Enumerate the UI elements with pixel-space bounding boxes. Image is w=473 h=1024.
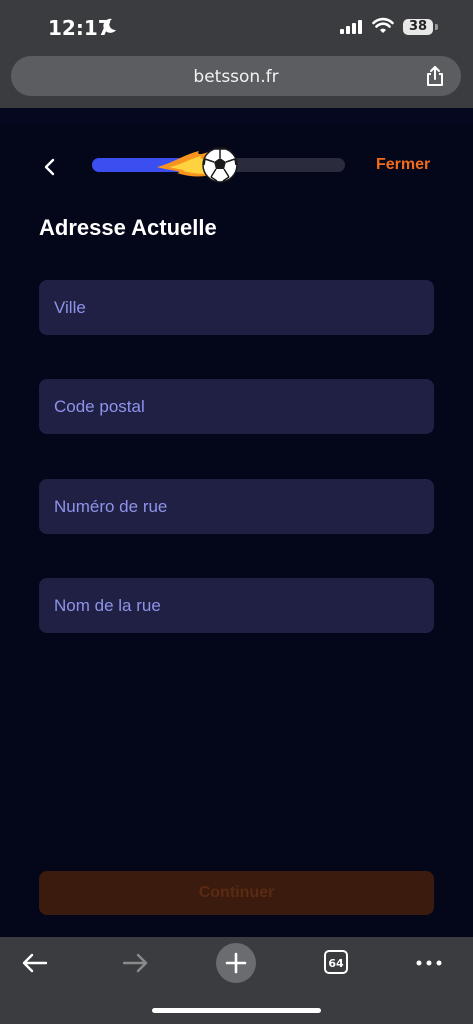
cellular-signal-icon xyxy=(340,20,362,34)
street-number-field[interactable] xyxy=(39,479,434,534)
flaming-football-icon xyxy=(157,147,238,183)
share-icon[interactable] xyxy=(425,65,445,87)
more-options-icon[interactable] xyxy=(414,951,444,975)
postal-code-field[interactable] xyxy=(39,379,434,434)
forward-arrow-icon[interactable] xyxy=(120,951,150,975)
back-chevron-icon[interactable] xyxy=(36,153,64,181)
back-arrow-icon[interactable] xyxy=(20,951,50,975)
battery-tip xyxy=(435,24,438,30)
tab-count-button[interactable]: 64 xyxy=(324,950,348,974)
status-bar: 12:17 38 xyxy=(0,0,473,52)
plus-icon xyxy=(225,952,247,974)
new-tab-button[interactable] xyxy=(216,943,256,983)
battery-indicator: 38 xyxy=(403,19,433,35)
street-name-field[interactable] xyxy=(39,578,434,633)
continue-button[interactable]: Continuer xyxy=(39,871,434,915)
home-indicator xyxy=(152,1008,321,1013)
city-field[interactable] xyxy=(39,280,434,335)
address-bar[interactable]: betsson.fr xyxy=(11,56,461,96)
close-link[interactable]: Fermer xyxy=(376,156,430,174)
page-title: Adresse Actuelle xyxy=(39,215,217,240)
browser-address-area: betsson.fr xyxy=(0,52,473,108)
wifi-icon xyxy=(372,17,394,33)
page-top-strip xyxy=(0,108,473,124)
moon-icon xyxy=(103,18,116,33)
url-text: betsson.fr xyxy=(193,67,279,87)
